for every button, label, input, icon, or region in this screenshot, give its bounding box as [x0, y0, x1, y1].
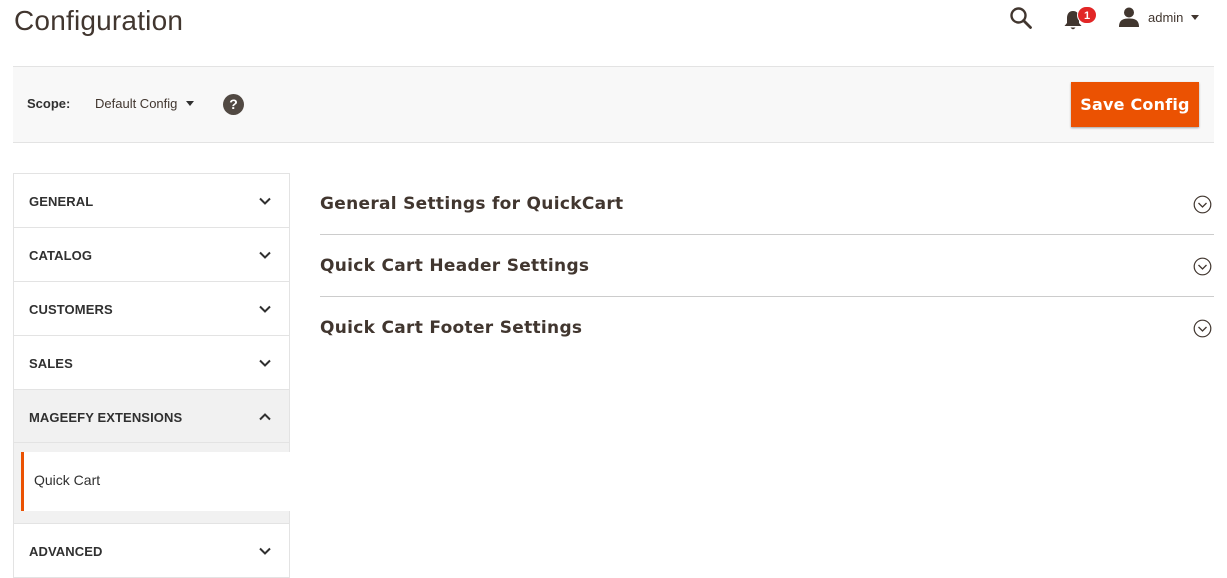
expand-circle-icon — [1193, 319, 1212, 338]
user-account-menu[interactable]: admin — [1118, 6, 1200, 28]
sidebar-item-label: MAGEEFY EXTENSIONS — [29, 410, 183, 425]
sidebar-item-label: SALES — [29, 356, 73, 371]
search-button[interactable] — [1009, 6, 1033, 30]
notification-count-badge: 1 — [1077, 6, 1097, 24]
scope-label: Scope: — [27, 96, 71, 111]
sidebar-item-label: CUSTOMERS — [29, 302, 113, 317]
search-icon — [1010, 7, 1032, 29]
page-title: Configuration — [14, 5, 184, 36]
user-icon — [1119, 7, 1139, 27]
user-name: admin — [1148, 9, 1184, 25]
scope-value: Default Config — [95, 96, 178, 111]
sidebar-item-general[interactable]: GENERAL — [13, 174, 290, 228]
chevron-down-icon — [259, 197, 271, 205]
caret-down-icon — [1191, 14, 1200, 20]
chevron-up-icon — [259, 413, 271, 421]
expand-circle-icon — [1193, 257, 1212, 276]
chevron-down-icon — [259, 251, 271, 259]
expand-circle-icon — [1193, 195, 1212, 214]
chevron-down-icon — [259, 359, 271, 367]
page-actions-toolbar: Scope: Default Config ? Save Config — [13, 66, 1214, 143]
section-title: General Settings for QuickCart — [320, 194, 624, 214]
sidebar-item-advanced[interactable]: ADVANCED — [13, 524, 290, 578]
config-sections: General Settings for QuickCart Quick Car… — [320, 173, 1214, 359]
sidebar-subitems: Quick Cart — [13, 443, 291, 524]
section-title: Quick Cart Header Settings — [320, 256, 590, 276]
sidebar-subitem-quick-cart[interactable]: Quick Cart — [21, 452, 291, 511]
chevron-down-icon — [259, 547, 271, 555]
sidebar-item-label: GENERAL — [29, 194, 94, 209]
section-general-settings[interactable]: General Settings for QuickCart — [320, 173, 1214, 235]
caret-down-icon — [186, 101, 195, 106]
notifications-button[interactable]: 1 — [1063, 6, 1099, 32]
chevron-down-icon — [259, 305, 271, 313]
sidebar-item-customers[interactable]: CUSTOMERS — [13, 282, 290, 336]
section-header-settings[interactable]: Quick Cart Header Settings — [320, 235, 1214, 297]
sidebar-item-label: CATALOG — [29, 248, 93, 263]
sidebar-subitem-label: Quick Cart — [34, 472, 101, 488]
scope-switcher[interactable]: Default Config — [95, 96, 195, 111]
section-footer-settings[interactable]: Quick Cart Footer Settings — [320, 297, 1214, 359]
sidebar-item-mageefy-extensions[interactable]: MAGEEFY EXTENSIONS — [13, 390, 290, 443]
save-config-button[interactable]: Save Config — [1071, 82, 1199, 127]
config-sidebar-nav: GENERAL CATALOG CUSTOMERS SALES MAGEEFY … — [13, 173, 291, 578]
sidebar-item-sales[interactable]: SALES — [13, 336, 290, 390]
section-title: Quick Cart Footer Settings — [320, 318, 583, 338]
sidebar-item-catalog[interactable]: CATALOG — [13, 228, 290, 282]
help-icon[interactable]: ? — [223, 94, 244, 115]
sidebar-item-label: ADVANCED — [29, 544, 103, 559]
